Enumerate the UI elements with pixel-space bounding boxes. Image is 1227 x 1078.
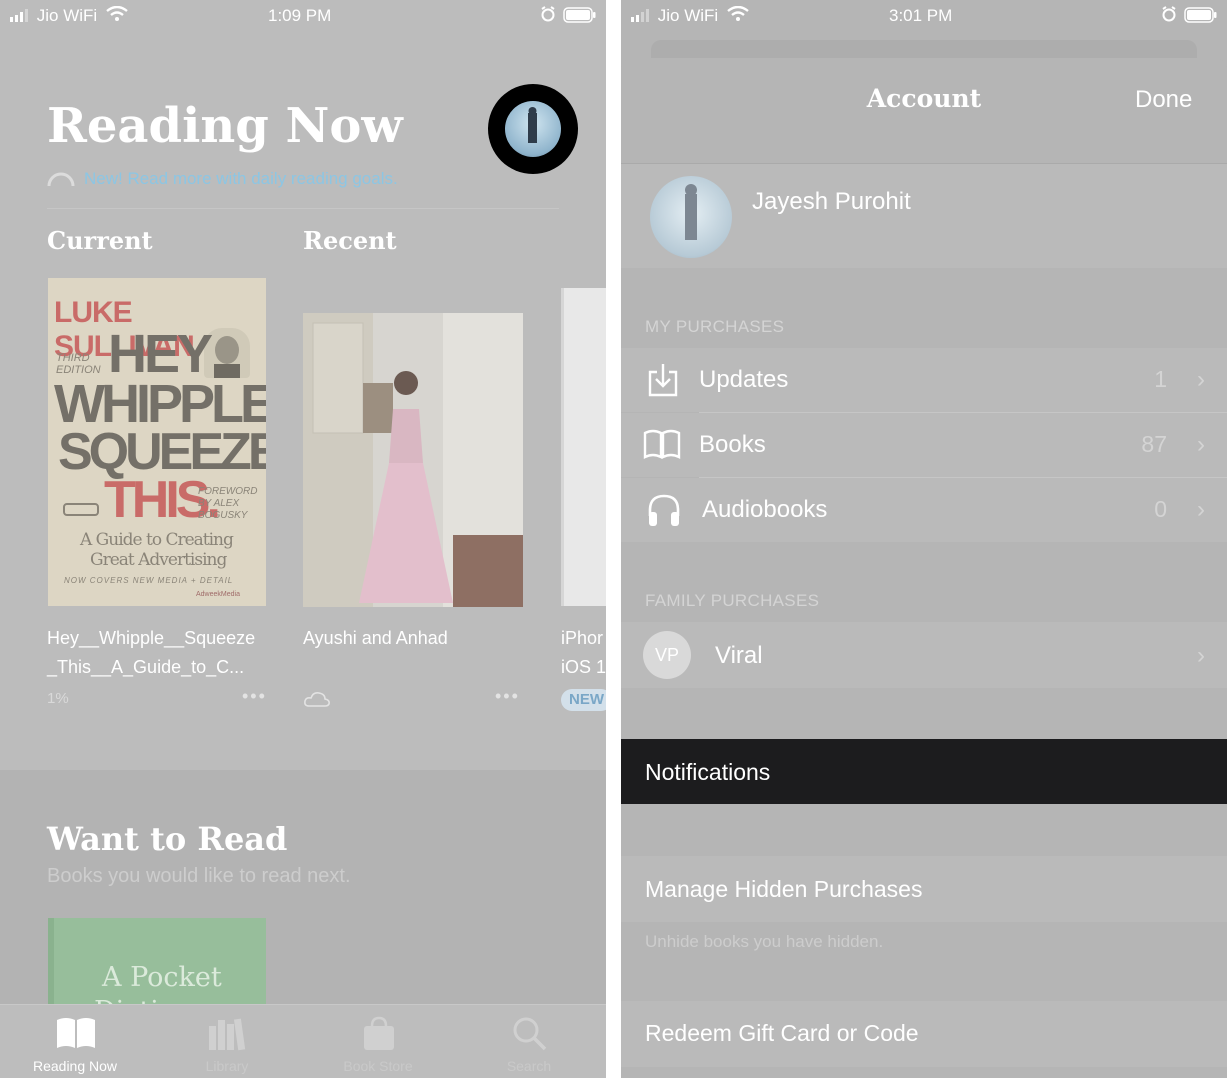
cover-line-1: HEY [108, 324, 213, 384]
current-heading: Current [47, 226, 153, 255]
book-cover-iphone[interactable] [561, 288, 606, 606]
battery-icon [1184, 7, 1218, 28]
unhide-note: Unhide books you have hidden. [645, 932, 884, 951]
status-bar: Jio WiFi [631, 5, 749, 27]
book-open-icon [55, 1016, 97, 1055]
alarm-icon [1161, 6, 1177, 27]
audiobooks-count: 0 [1154, 496, 1167, 522]
section-header-my-purchases: MY PURCHASES [645, 317, 785, 336]
chevron-right-icon: › [1197, 642, 1205, 669]
more-options-icon[interactable]: ••• [242, 686, 267, 707]
open-book-icon [643, 429, 681, 464]
account-screen: Jio WiFi 3:01 PM Account Done Jayesh Pur… [621, 0, 1227, 1078]
book-cover-photo[interactable] [303, 313, 523, 607]
recent-heading: Recent [303, 226, 397, 255]
avatar [650, 176, 732, 258]
cover-footer: NOW COVERS NEW MEDIA + DETAIL [64, 576, 234, 585]
account-avatar-button[interactable] [488, 84, 578, 174]
chevron-right-icon: › [1197, 431, 1205, 458]
profile-row[interactable]: Jayesh Purohit [621, 164, 1227, 268]
new-badge: NEW [561, 689, 606, 711]
carrier-label: Jio WiFi [657, 6, 719, 25]
books-label: Books [699, 431, 766, 458]
library-icon [207, 1016, 249, 1057]
book-title-whipple[interactable]: Hey__Whipple__Squeeze _This__A_Guide_to_… [47, 624, 255, 682]
download-tray-icon [647, 362, 679, 403]
user-name: Jayesh Purohit [752, 188, 911, 215]
updates-label: Updates [699, 366, 789, 393]
audiobooks-label: Audiobooks [702, 496, 828, 523]
chevron-right-icon: › [1197, 496, 1205, 523]
family-member-avatar: VP [643, 631, 691, 679]
shopping-bag-icon [360, 1016, 398, 1057]
cover-foreword: FOREWORD BY ALEX BOGUSKY [198, 486, 258, 521]
redeem-row[interactable]: Redeem Gift Card or Code [621, 1001, 1227, 1067]
more-options-icon[interactable]: ••• [495, 686, 520, 707]
search-icon [511, 1016, 549, 1057]
book-title-ayushi[interactable]: Ayushi and Anhad [303, 624, 448, 653]
wifi-icon [727, 5, 749, 27]
pocket-line-1: A Pocket [102, 962, 222, 993]
goal-progress-icon [47, 170, 75, 193]
avatar [505, 101, 561, 157]
cloud-download-icon[interactable] [303, 690, 331, 713]
manage-hidden-purchases-row[interactable]: Manage Hidden Purchases [621, 856, 1227, 922]
manage-hidden-label: Manage Hidden Purchases [645, 876, 923, 902]
book-title-iphone[interactable]: iPhor iOS 1 [561, 624, 606, 682]
cover-subtitle-2: Great Advertising [90, 550, 227, 570]
chevron-right-icon: › [1197, 366, 1205, 393]
carrier-label: Jio WiFi [36, 6, 98, 25]
updates-count: 1 [1154, 366, 1167, 392]
audiobooks-row[interactable]: Audiobooks 0 › [621, 478, 1227, 542]
divider [47, 208, 559, 209]
alarm-icon [540, 6, 556, 27]
signal-icon [631, 7, 653, 27]
want-to-read-subtitle: Books you would like to read next. [47, 865, 351, 887]
notifications-row[interactable]: Notifications [621, 739, 1227, 804]
cover-subtitle-1: A Guide to Creating [80, 530, 234, 550]
cover-publisher: AdweekMedia [196, 591, 240, 598]
book-cover-whipple[interactable]: LUKE SULLIVAN THIRD EDITION HEY WHIPPLE,… [48, 278, 266, 606]
updates-row[interactable]: Updates 1 › [621, 348, 1227, 412]
books-row[interactable]: Books 87 › [621, 413, 1227, 477]
cover-portrait [204, 328, 250, 378]
headphones-icon [646, 492, 682, 533]
signal-icon [10, 7, 32, 27]
family-member-name: Viral [715, 642, 763, 669]
book-cover-pocket[interactable]: A Pocket Dicti [48, 918, 266, 1010]
section-header-family-purchases: FAMILY PURCHASES [645, 591, 820, 610]
family-member-row[interactable]: VP Viral › [621, 622, 1227, 688]
page-title: Reading Now [47, 98, 403, 154]
wifi-icon [106, 5, 128, 27]
reading-now-screen: Jio WiFi 1:09 PM Reading Now New! Read m… [0, 0, 606, 1078]
reading-goals-link[interactable]: New! Read more with daily reading goals. [84, 169, 398, 189]
redeem-label: Redeem Gift Card or Code [645, 1020, 919, 1046]
cover-edition: THIRD EDITION [56, 352, 101, 376]
done-button[interactable]: Done [1135, 86, 1192, 114]
book-progress: 1% [47, 690, 69, 707]
status-time: 1:09 PM [268, 6, 332, 25]
want-to-read-heading: Want to Read [47, 820, 288, 858]
battery-icon [563, 7, 597, 28]
notifications-label: Notifications [645, 759, 771, 785]
books-count: 87 [1141, 431, 1167, 457]
cover-photo-illustration [303, 313, 523, 607]
cover-pencil-drawing [62, 500, 102, 525]
status-bar: Jio WiFi [10, 5, 128, 27]
status-time: 3:01 PM [889, 6, 953, 25]
